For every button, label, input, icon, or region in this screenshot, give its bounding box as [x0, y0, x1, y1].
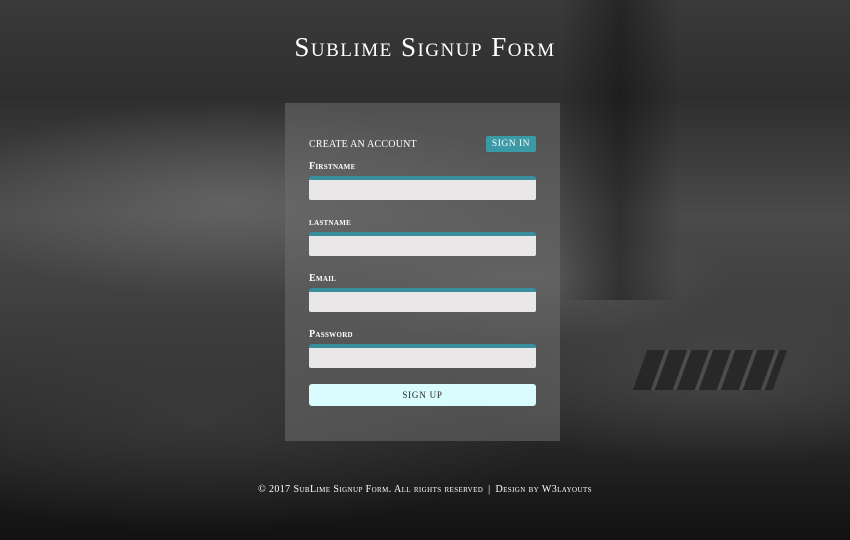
firstname-field[interactable]: [309, 176, 536, 200]
footer-credit-link[interactable]: Design by W3layouts: [495, 484, 591, 495]
email-field[interactable]: [309, 288, 536, 312]
footer-copyright: © 2017 SubLime Signup Form. All rights r…: [258, 484, 484, 495]
page-title: Sublime Signup Form: [294, 32, 556, 62]
lastname-field[interactable]: [309, 232, 536, 256]
lastname-label: lastname: [309, 217, 352, 228]
panel-header: Create an account Sign In: [309, 136, 536, 152]
footer: © 2017 SubLime Signup Form. All rights r…: [0, 484, 850, 495]
password-field[interactable]: [309, 344, 536, 368]
sign-in-button[interactable]: Sign In: [485, 136, 536, 152]
footer-separator: |: [488, 484, 491, 495]
create-account-label: Create an account: [309, 138, 417, 150]
firstname-label: Firstname: [309, 161, 356, 172]
password-label: Password: [309, 329, 353, 340]
signup-panel: Create an account Sign In Firstname last…: [285, 103, 560, 441]
email-label: Email: [309, 273, 337, 284]
sign-up-button[interactable]: Sign Up: [309, 384, 536, 406]
